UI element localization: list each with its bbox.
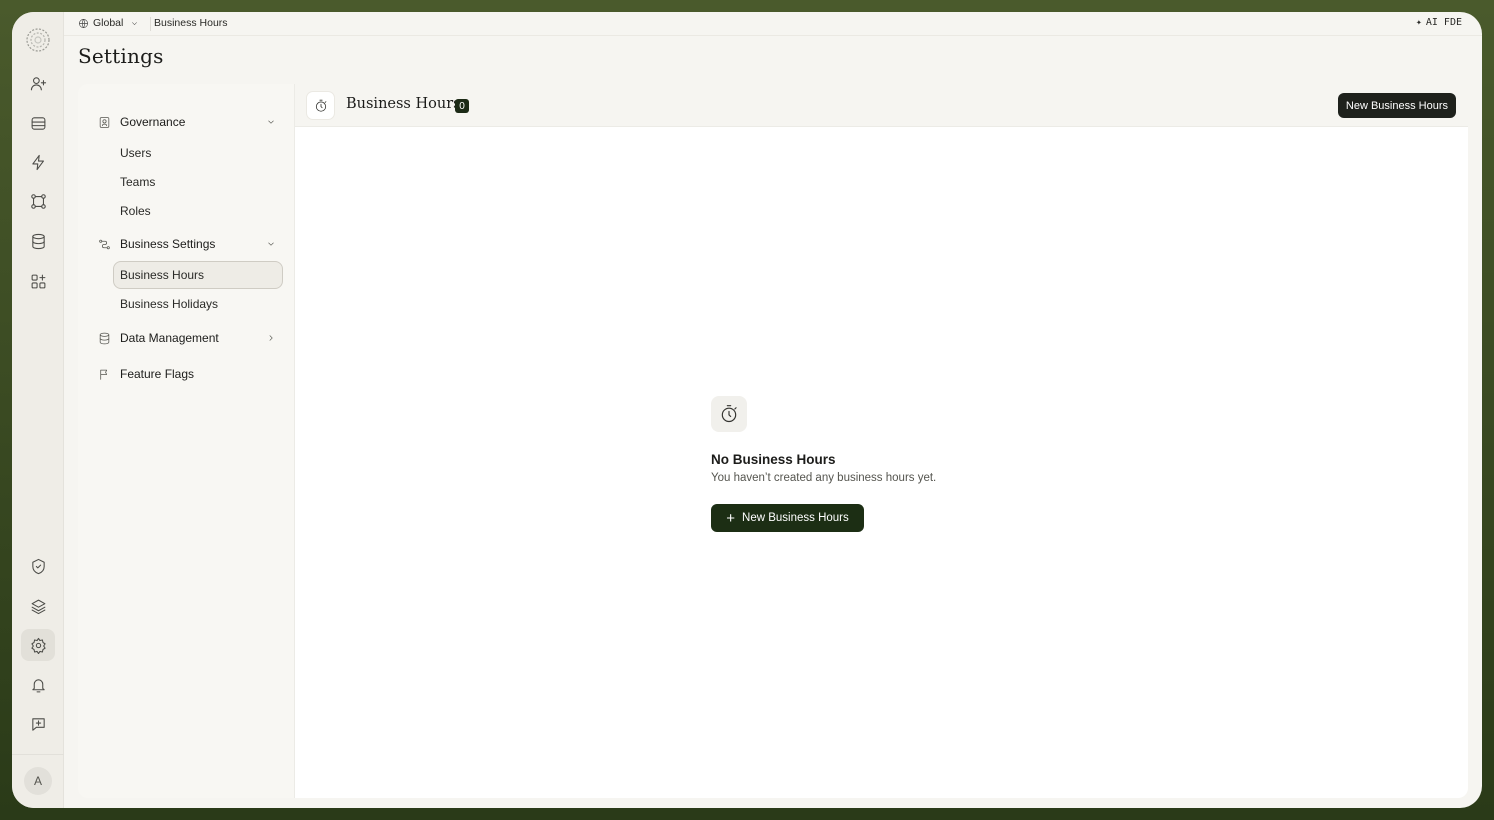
nav-group-label: Data Management [120,331,219,345]
lightning-icon[interactable] [21,146,55,178]
nav-group-label: Business Settings [120,237,216,251]
nav-group-label: Governance [120,115,186,129]
stopwatch-icon [306,91,335,120]
database-icon[interactable] [21,225,55,257]
layers-icon[interactable] [21,590,55,622]
avatar[interactable]: A [24,767,52,795]
panel-title: Business Hours [346,96,461,112]
stopwatch-icon [711,396,747,432]
new-business-hours-button[interactable]: New Business Hours [1337,93,1456,118]
panel-header: Business Hours 0 New Business Hours [295,84,1468,127]
plus-icon: + [726,509,736,527]
rail-divider [12,754,64,755]
settings-nav: Governance Users Teams Roles Business Se… [78,84,294,798]
sparkle-icon: ✦ [1415,17,1422,28]
empty-state: No Business Hours You haven’t created an… [711,396,1031,532]
nav-item-business-holidays[interactable]: Business Holidays [114,290,284,318]
id-badge-icon [99,116,110,128]
nav-item-teams[interactable]: Teams [114,168,284,196]
app-window: A Global Business Hours ✦ AI FDE Setting… [12,12,1482,808]
flag-icon [100,369,108,380]
scope-label: Global [93,17,124,29]
empty-state-title: No Business Hours [711,452,836,467]
database-icon [99,332,110,344]
main-panel: Business Hours 0 New Business Hours No B… [294,84,1468,798]
inbox-icon[interactable] [21,107,55,139]
bell-icon[interactable] [21,669,55,701]
breadcrumb-separator [150,17,151,31]
page-title: Settings [78,44,164,68]
empty-new-business-hours-button[interactable]: + New Business Hours [711,504,864,532]
breadcrumb-current: Business Hours [154,17,228,29]
chevron-down-icon [132,21,138,25]
nav-group-feature-flags[interactable]: Feature Flags [98,363,276,385]
top-bar: Global Business Hours ✦ AI FDE [64,12,1482,36]
chat-icon[interactable] [21,708,55,740]
icon-rail: A [12,12,64,808]
count-badge: 0 [455,99,469,113]
chevron-down-icon [268,242,274,246]
chevron-down-icon [268,120,274,124]
nav-group-governance[interactable]: Governance [98,111,276,133]
gear-icon[interactable] [21,629,55,661]
chevron-right-icon [269,335,273,341]
workflow-icon[interactable] [21,185,55,217]
ai-fde-label: AI FDE [1425,17,1462,28]
globe-icon [79,18,88,28]
ai-fde-button[interactable]: ✦ AI FDE [1416,17,1462,28]
nav-group-data-management[interactable]: Data Management [98,327,276,349]
scope-selector[interactable]: Global [78,17,139,29]
nav-item-business-hours[interactable]: Business Hours [113,261,283,289]
nav-group-label: Feature Flags [120,367,195,381]
user-plus-icon[interactable] [21,67,55,99]
nav-group-business-settings[interactable]: Business Settings [98,233,276,255]
logo-icon[interactable] [24,26,52,54]
apps-icon[interactable] [21,265,55,297]
nav-item-users[interactable]: Users [114,139,284,167]
empty-button-label: New Business Hours [742,512,849,524]
route-icon [99,239,110,249]
shield-check-icon[interactable] [21,550,55,582]
empty-state-description: You haven’t created any business hours y… [711,472,937,484]
breadcrumb-current-label: Business Hours [154,17,228,29]
nav-item-roles[interactable]: Roles [114,197,284,225]
